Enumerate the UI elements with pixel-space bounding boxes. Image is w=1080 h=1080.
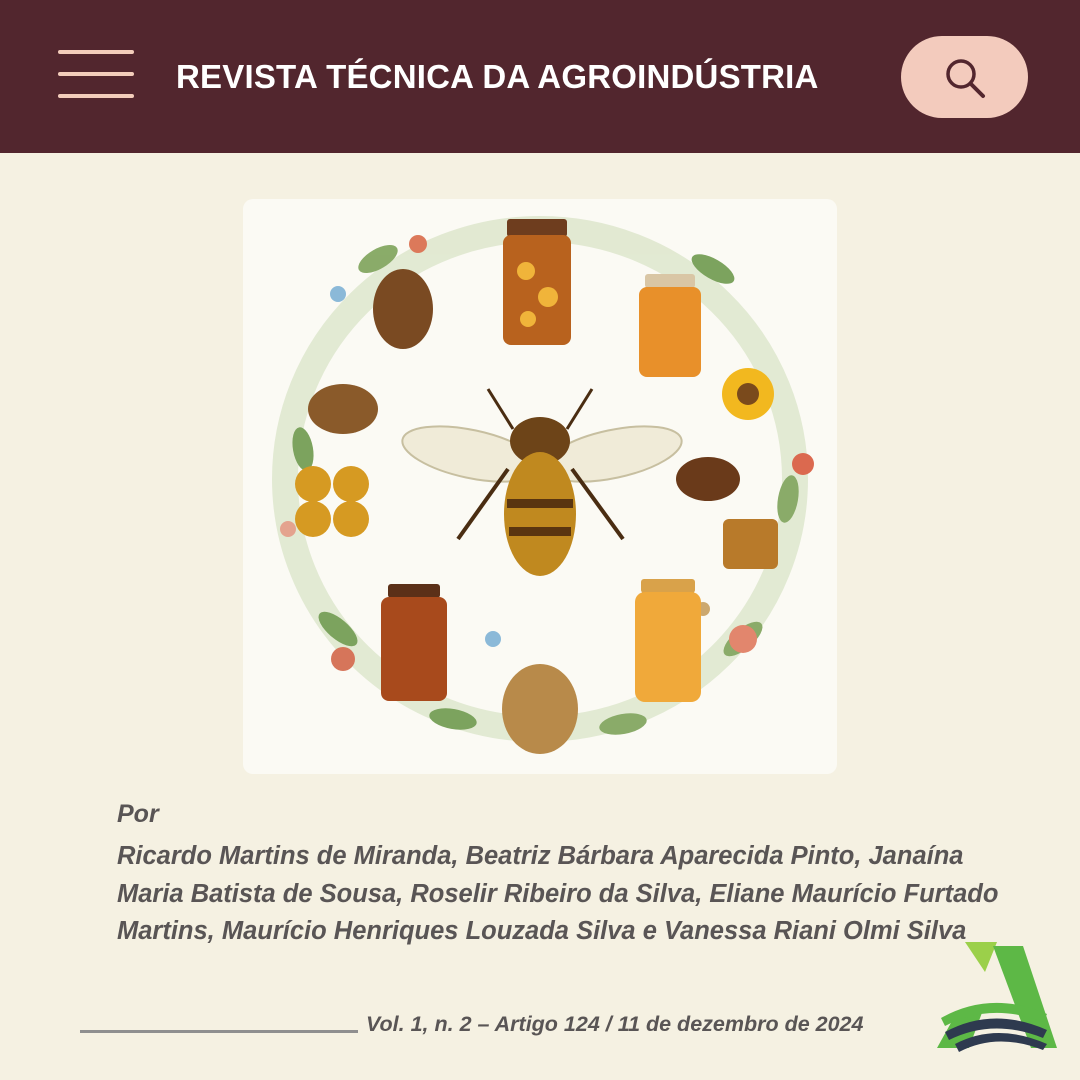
byline-label: Por [117,800,159,828]
author-list: Ricardo Martins de Miranda, Beatriz Bárb… [117,842,999,945]
divider-line [80,1030,358,1033]
bee-products-illustration [272,216,814,754]
issue-info: Vol. 1, n. 2 – Artigo 124 / 11 de dezemb… [366,1012,864,1036]
search-icon [946,59,985,98]
search-button[interactable] [901,36,1028,118]
top-bar: REVISTA TÉCNICA DA AGROINDÚSTRIA [0,0,1080,153]
agroindustry-logo [937,942,1057,1052]
article-illustration [243,199,837,774]
hamburger-menu-icon[interactable] [58,48,136,100]
journal-title: REVISTA TÉCNICA DA AGROINDÚSTRIA [176,58,819,95]
